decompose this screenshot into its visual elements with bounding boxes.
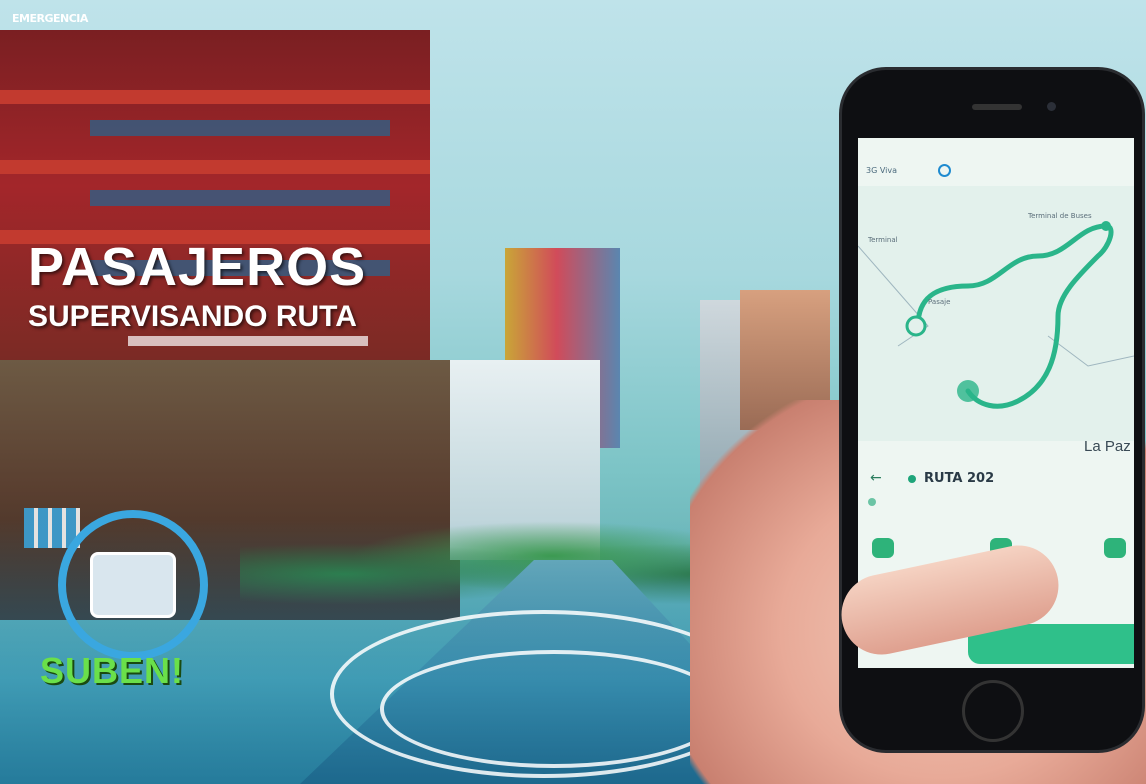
phone-camera — [1047, 102, 1056, 111]
logo-wordmark: SUBEN! — [40, 650, 185, 691]
phone-speaker — [972, 104, 1022, 110]
map-label: Pasaje — [928, 298, 951, 306]
route-map[interactable]: Terminal Pasaje Terminal de Buses — [858, 186, 1134, 441]
app-topbar: 3G Viva — [866, 160, 1126, 184]
channel-bug: EMERGENCIA — [12, 12, 88, 25]
broadcast-frame: EMERGENCIA PASAJEROS SUPERVISANDO RUTA S… — [0, 0, 1146, 784]
stop-button-1[interactable] — [872, 538, 894, 558]
location-icon[interactable] — [938, 164, 951, 177]
home-button[interactable] — [962, 680, 1024, 742]
pin-icon — [868, 498, 876, 506]
suben-logo: SUBEN! — [20, 500, 210, 700]
map-canvas — [858, 221, 1134, 409]
headline-text: PASAJEROS — [28, 237, 367, 297]
map-label: Terminal de Buses — [1028, 212, 1092, 220]
carrier-label: 3G Viva — [866, 166, 897, 175]
lower-third-headline: PASAJEROS SUPERVISANDO RUTA — [28, 240, 368, 346]
route-name: RUTA 202 — [924, 471, 995, 486]
headline-bar — [128, 336, 368, 346]
route-header: ← RUTA 202 — [866, 468, 1126, 490]
map-city-label: La Paz — [1084, 438, 1131, 455]
status-bar — [866, 144, 1126, 158]
map-label: Terminal — [868, 236, 898, 244]
subheadline-text: SUPERVISANDO RUTA — [28, 300, 357, 333]
route-subinfo — [868, 498, 880, 506]
stop-button-3[interactable] — [1104, 538, 1126, 558]
back-arrow-icon[interactable]: ← — [870, 470, 882, 486]
bus-icon — [90, 552, 176, 618]
graphic-arc — [380, 650, 728, 768]
route-dot-icon — [908, 475, 916, 483]
